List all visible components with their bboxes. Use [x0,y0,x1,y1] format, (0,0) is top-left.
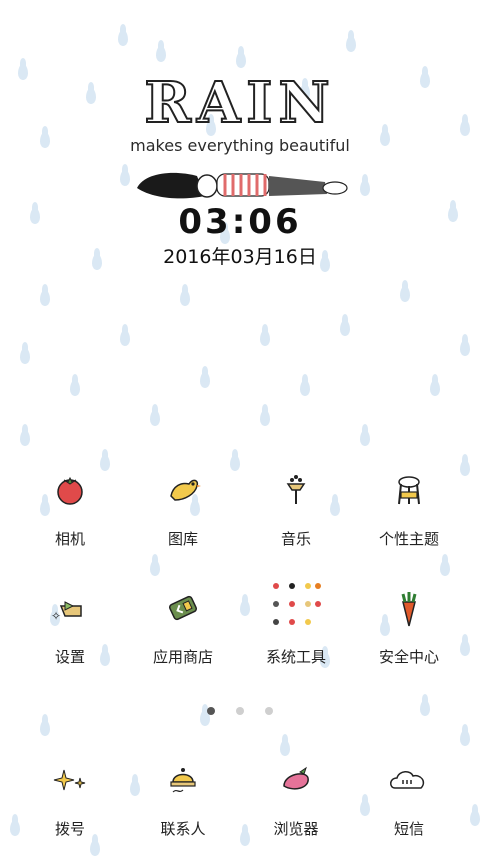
app-system-tools[interactable]: 系统工具 [246,578,346,667]
app-label: 系统工具 [265,648,326,666]
music-stand-icon [266,460,326,520]
raindrop [470,810,480,826]
raindrop [40,720,50,736]
sparkles-icon [40,750,100,810]
raindrop [10,820,20,836]
peach-icon [266,750,326,810]
raindrop [120,330,130,346]
page-indicator[interactable] [0,700,480,719]
carrot-icon [379,578,439,638]
clock-date: 2016年03月16日 [163,246,317,268]
raindrop [440,560,450,576]
page-dot[interactable] [265,707,274,715]
app-label: 个性主题 [378,530,439,548]
bird-icon [153,460,213,520]
dock-contacts[interactable]: 联系人 [133,750,233,839]
raindrop [70,380,80,396]
raindrop [460,460,470,476]
raindrop [460,340,470,356]
app-label: 拨号 [54,820,85,838]
widget-title: RAIN [143,69,336,137]
app-label: 联系人 [160,820,206,838]
page-dot[interactable] [236,707,244,715]
bag-icon [153,578,213,638]
dock-messages[interactable]: 短信 [359,750,459,839]
rain-clock-widget[interactable]: RAIN makes everything beautiful 03:06 20… [0,69,480,280]
raindrop [360,430,370,446]
raindrop [346,36,356,52]
app-themes[interactable]: 个性主题 [359,460,459,549]
app-label: 浏览器 [273,820,319,838]
raindrop [156,46,166,62]
app-label: 相机 [54,530,85,548]
app-label: 设置 [54,648,85,666]
app-label: 图库 [167,530,198,548]
clock-time: 03:06 [178,202,302,242]
app-label: 音乐 [280,530,311,548]
raindrop [118,30,128,46]
widget-tagline: makes everything beautiful [130,136,350,155]
app-label: 安全中心 [378,648,439,666]
dock-phone[interactable]: 拨号 [20,750,120,839]
sparkle-folder-icon: ✧ [40,578,100,638]
raindrop [340,320,350,336]
raindrop [260,330,270,346]
app-label: 短信 [393,820,424,838]
tomato-icon [40,460,100,520]
app-settings[interactable]: ✧ 设置 [20,578,120,667]
raindrop [460,730,470,746]
page-dot[interactable] [206,707,215,715]
raindrop [460,640,470,656]
raindrop [20,348,30,364]
raindrop [430,380,440,396]
svg-text:✧: ✧ [51,609,61,623]
raindrop [180,290,190,306]
raindrop [300,380,310,396]
app-music[interactable]: 音乐 [246,460,346,549]
lying-girl-illustration [137,172,348,199]
app-security[interactable]: 安全中心 [359,578,459,667]
raindrop [20,430,30,446]
bell-icon [153,750,213,810]
app-label: 应用商店 [152,648,213,666]
app-store[interactable]: 应用商店 [133,578,233,667]
app-gallery[interactable]: 图库 [133,460,233,549]
app-camera[interactable]: 相机 [20,460,120,549]
raindrop [400,286,410,302]
stool-icon [379,460,439,520]
raindrop [90,840,100,856]
tools-folder-icon [266,578,326,638]
raindrop [40,290,50,306]
dock-browser[interactable]: 浏览器 [246,750,346,839]
raindrop [236,52,246,68]
raindrop [260,410,270,426]
raindrop [200,372,210,388]
raindrop [150,560,160,576]
cloud-icon [379,750,439,810]
raindrop [150,410,160,426]
